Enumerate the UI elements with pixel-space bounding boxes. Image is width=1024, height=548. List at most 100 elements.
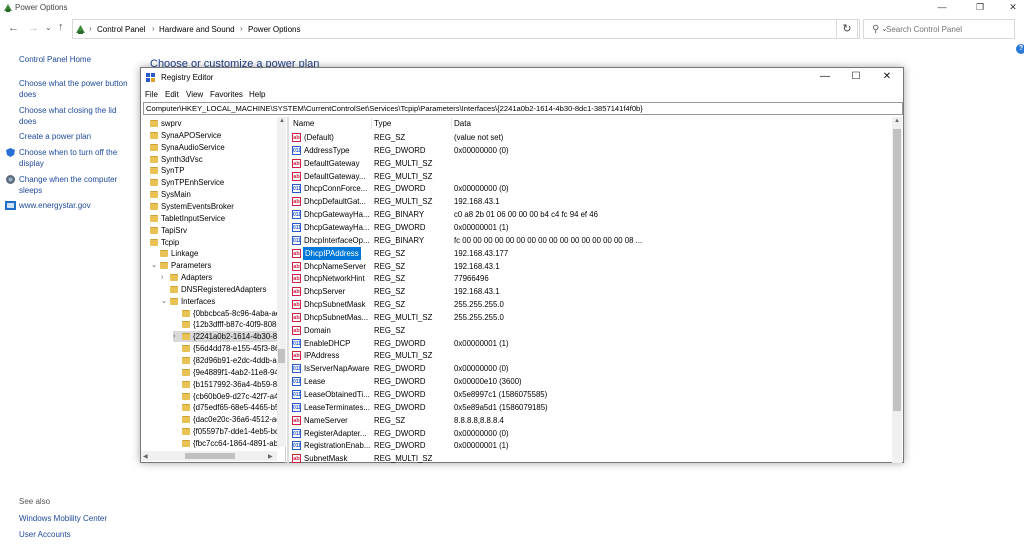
tree-expand-icon[interactable]: ⌄: [161, 296, 169, 307]
tree-item[interactable]: SysMain: [141, 189, 285, 200]
breadcrumb-hardware-and-sound[interactable]: Hardware and Sound: [159, 25, 235, 34]
tree-expand-icon[interactable]: ›: [161, 272, 169, 283]
windows-mobility-center-link[interactable]: Windows Mobility Center: [19, 513, 107, 524]
tree-item[interactable]: {b1517992-36a4-4b59-89: [173, 379, 285, 390]
registry-value-row[interactable]: ab DhcpDefaultGat... REG_MULTI_SZ 192.168.4…: [289, 195, 889, 208]
tree-item[interactable]: swprv: [141, 118, 285, 129]
tree-item[interactable]: {82d96b91-e2dc-4ddb-a3: [173, 355, 285, 366]
tree-item[interactable]: › {2241a0b2-1614-4b30-8d: [173, 331, 285, 343]
registry-value-row[interactable]: ab NameServer REG_SZ 8.8.8.8,8.8.8.4: [289, 414, 889, 427]
registry-value-row[interactable]: ab DhcpServer REG_SZ 192.168.43.1: [289, 285, 889, 298]
registry-value-row[interactable]: ab DhcpSubnetMask REG_SZ 255.255.255.0: [289, 298, 889, 311]
search-input[interactable]: [886, 23, 1011, 36]
tree-expand-icon[interactable]: ⌄: [151, 260, 159, 271]
tree-item[interactable]: Linkage: [151, 248, 285, 259]
breadcrumb-control-panel[interactable]: Control Panel: [97, 25, 145, 34]
search-box[interactable]: ⚲: [863, 19, 1015, 39]
computer-sleeps-link[interactable]: Change when the computer sleeps: [19, 174, 124, 196]
regedit-titlebar[interactable]: Registry Editor — ☐ ✕: [141, 68, 903, 88]
tree-item[interactable]: Tcpip: [141, 237, 285, 248]
up-arrow-icon[interactable]: ↑: [58, 21, 64, 33]
turn-off-display-link[interactable]: Choose when to turn off the display: [19, 147, 129, 169]
closing-lid-link[interactable]: Choose what closing the lid does: [19, 105, 124, 127]
registry-value-row[interactable]: 011 IsServerNapAware REG_DWORD 0x00000000 (…: [289, 362, 889, 375]
column-divider[interactable]: [371, 117, 372, 129]
registry-value-row[interactable]: ab DhcpSubnetMas... REG_MULTI_SZ 255.255.25…: [289, 311, 889, 324]
tree-item[interactable]: DNSRegisteredAdapters: [161, 284, 285, 295]
menu-favorites[interactable]: Favorites: [210, 90, 243, 99]
tree-item[interactable]: {fbc7cc64-1864-4891-ab5: [173, 438, 285, 449]
registry-value-row[interactable]: 011 DhcpGatewayHa... REG_BINARY c0 a8 2b 01…: [289, 208, 889, 221]
user-accounts-link[interactable]: User Accounts: [19, 529, 71, 540]
tree-vertical-scrollbar[interactable]: ▲: [277, 117, 286, 447]
forward-arrow-icon[interactable]: →: [28, 22, 39, 34]
registry-value-row[interactable]: 011 DhcpConnForce... REG_DWORD 0x00000000 (…: [289, 182, 889, 195]
power-button-link[interactable]: Choose what the power button does: [19, 78, 134, 100]
regedit-close-button[interactable]: ✕: [875, 71, 899, 82]
registry-value-row[interactable]: ab SubnetMask REG_MULTI_SZ: [289, 452, 889, 463]
tree-item[interactable]: › Adapters: [161, 272, 285, 283]
registry-value-row[interactable]: 011 AddressType REG_DWORD 0x00000000 (0): [289, 144, 889, 157]
tree-expand-icon[interactable]: ›: [173, 331, 181, 342]
registry-editor-window[interactable]: Registry Editor — ☐ ✕ File Edit View Fav…: [140, 67, 904, 463]
tree-item[interactable]: {cb60b0e9-d27c-42f7-a4f: [173, 391, 285, 402]
registry-value-row[interactable]: ab IPAddress REG_MULTI_SZ: [289, 349, 889, 362]
tree-item[interactable]: {f05597b7-dde1-4eb5-bd: [173, 426, 285, 437]
breadcrumb-power-options[interactable]: Power Options: [248, 25, 300, 34]
regedit-minimize-button[interactable]: —: [813, 71, 837, 82]
tree-item[interactable]: SystemEventsBroker: [141, 201, 285, 212]
registry-value-row[interactable]: 011 RegisterAdapter... REG_DWORD 0x00000000…: [289, 427, 889, 440]
column-header-name[interactable]: Name: [293, 119, 314, 128]
registry-value-row[interactable]: ab DhcpNameServer REG_SZ 192.168.43.1: [289, 260, 889, 273]
close-button[interactable]: ✕: [1002, 2, 1024, 13]
registry-value-row[interactable]: 011 DhcpGatewayHa... REG_DWORD 0x00000001 (…: [289, 221, 889, 234]
create-power-plan-link[interactable]: Create a power plan: [19, 131, 91, 142]
registry-value-row[interactable]: ab (Default) REG_SZ (value not set): [289, 131, 889, 144]
help-button[interactable]: ?: [1016, 44, 1024, 54]
scroll-up-icon[interactable]: ▲: [279, 118, 285, 124]
tree-item[interactable]: {d75edf65-68e5-4465-b5f: [173, 402, 285, 413]
menu-edit[interactable]: Edit: [165, 90, 179, 99]
list-vertical-scrollbar[interactable]: ▲: [892, 117, 902, 463]
list-scroll-thumb[interactable]: [893, 129, 901, 411]
restore-button[interactable]: ❐: [969, 2, 991, 13]
registry-values-list[interactable]: Name Type Data ab (Default) REG_SZ (value n…: [289, 117, 903, 463]
registry-value-row[interactable]: 011 EnableDHCP REG_DWORD 0x00000001 (1): [289, 337, 889, 350]
tree-item[interactable]: ⌄ Interfaces: [161, 296, 285, 307]
scroll-up-icon[interactable]: ▲: [894, 118, 900, 124]
column-header-type[interactable]: Type: [374, 119, 391, 128]
registry-value-row[interactable]: 011 LeaseObtainedTi... REG_DWORD 0x5e8997c1…: [289, 388, 889, 401]
tree-horizontal-scrollbar[interactable]: ◀ ▶: [141, 451, 277, 461]
registry-value-row[interactable]: ab Domain REG_SZ: [289, 324, 889, 337]
registry-value-row[interactable]: ab DhcpNetworkHint REG_SZ 77966496: [289, 272, 889, 285]
registry-value-row[interactable]: 011 DhcpInterfaceOp... REG_BINARY fc 00 00 …: [289, 234, 889, 247]
registry-value-row[interactable]: ab DefaultGateway REG_MULTI_SZ: [289, 157, 889, 170]
column-divider[interactable]: [451, 117, 452, 129]
registry-value-row[interactable]: ab DefaultGateway... REG_MULTI_SZ: [289, 170, 889, 183]
tree-item[interactable]: SynTP: [141, 165, 285, 176]
scroll-left-icon[interactable]: ◀: [143, 453, 148, 460]
tree-hscroll-thumb[interactable]: [185, 453, 235, 459]
recent-chevron-icon[interactable]: ⌄: [45, 23, 52, 32]
registry-value-row[interactable]: 011 LeaseTerminates... REG_DWORD 0x5e89a5d1…: [289, 401, 889, 414]
energystar-link[interactable]: www.energystar.gov: [19, 200, 91, 211]
tree-item[interactable]: {0bbcbca5-8c96-4aba-ae4: [173, 308, 285, 319]
tree-item[interactable]: ⌄ Parameters: [151, 260, 285, 271]
refresh-button[interactable]: ↻: [836, 19, 858, 39]
tree-item[interactable]: {dac0e20c-36a6-4512-adl: [173, 414, 285, 425]
registry-value-row[interactable]: 011 RegistrationEnab... REG_DWORD 0x0000000…: [289, 439, 889, 452]
menu-view[interactable]: View: [186, 90, 203, 99]
tree-item[interactable]: {12b3dfff-b87c-40f9-8085: [173, 319, 285, 330]
tree-item[interactable]: SynaAPOService: [141, 130, 285, 141]
tree-item[interactable]: SynaAudioService: [141, 142, 285, 153]
menu-file[interactable]: File: [145, 90, 158, 99]
minimize-button[interactable]: —: [931, 2, 953, 12]
tree-item[interactable]: {56d4dd78-e155-45f3-86l: [173, 343, 285, 354]
registry-value-row[interactable]: ab DhcpIPAddress REG_SZ 192.168.43.177: [289, 246, 889, 260]
registry-value-row[interactable]: 011 Lease REG_DWORD 0x00000e10 (3600): [289, 375, 889, 388]
back-arrow-icon[interactable]: ←: [8, 22, 19, 34]
scroll-right-icon[interactable]: ▶: [268, 453, 273, 460]
menu-help[interactable]: Help: [249, 90, 265, 99]
tree-item[interactable]: SynTPEnhService: [141, 177, 285, 188]
control-panel-home-link[interactable]: Control Panel Home: [19, 54, 91, 65]
